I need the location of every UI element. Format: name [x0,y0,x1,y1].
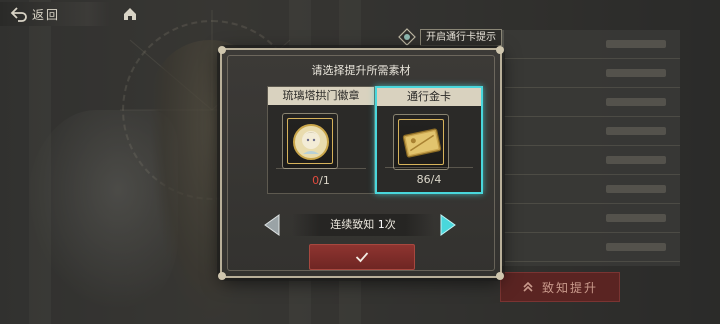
notify-upgrade-button[interactable]: 致知提升 [500,272,620,302]
material-count: 86/4 [416,173,442,186]
list-item [504,88,680,117]
card-divider [385,167,473,168]
confirm-button[interactable] [309,244,415,270]
quantity-selector: 连续致知 1次 [222,210,500,238]
back-button[interactable]: 返回 [0,2,110,26]
material-name: 琉璃塔拱门徽章 [268,87,374,105]
list-item [504,233,680,262]
material-slot [282,113,338,169]
pass-tip-label: 开启通行卡提示 [420,28,502,46]
corner-ornament [218,272,226,280]
back-label: 返回 [32,7,61,22]
card-divider [276,168,366,169]
decrease-arrow-icon[interactable] [262,214,282,236]
gem-icon [398,28,416,46]
portrait-badge-icon [293,124,329,160]
checkmark-icon [355,252,369,263]
back-arrow-icon [10,7,27,22]
list-item [504,59,680,88]
corner-ornament [496,46,504,54]
list-item [504,30,680,59]
material-card-badge[interactable]: 琉璃塔拱门徽章 0/1 [267,86,375,194]
increase-arrow-icon[interactable] [438,214,458,236]
material-select-dialog: 请选择提升所需素材 琉璃塔拱门徽章 0/1 通行金卡 86/4 连续致知 1次 [218,46,504,280]
material-name: 通行金卡 [377,88,481,106]
list-item [504,117,680,146]
corner-ornament [496,272,504,280]
gold-card-icon [402,128,442,158]
pass-tip-toggle[interactable]: 开启通行卡提示 [398,28,502,46]
corner-ornament [218,46,226,54]
quantity-display: 连续致知 1次 [292,214,434,236]
material-count: 0/1 [312,174,330,187]
material-slot [393,114,449,170]
list-item [504,204,680,233]
home-icon[interactable] [122,6,138,22]
dialog-title: 请选择提升所需素材 [311,64,411,77]
list-item [504,146,680,175]
double-chevron-up-icon [523,281,533,292]
stats-list [502,30,680,266]
material-card-gold-pass[interactable]: 通行金卡 86/4 [375,86,483,194]
list-item [504,175,680,204]
notify-upgrade-label: 致知提升 [541,280,598,295]
